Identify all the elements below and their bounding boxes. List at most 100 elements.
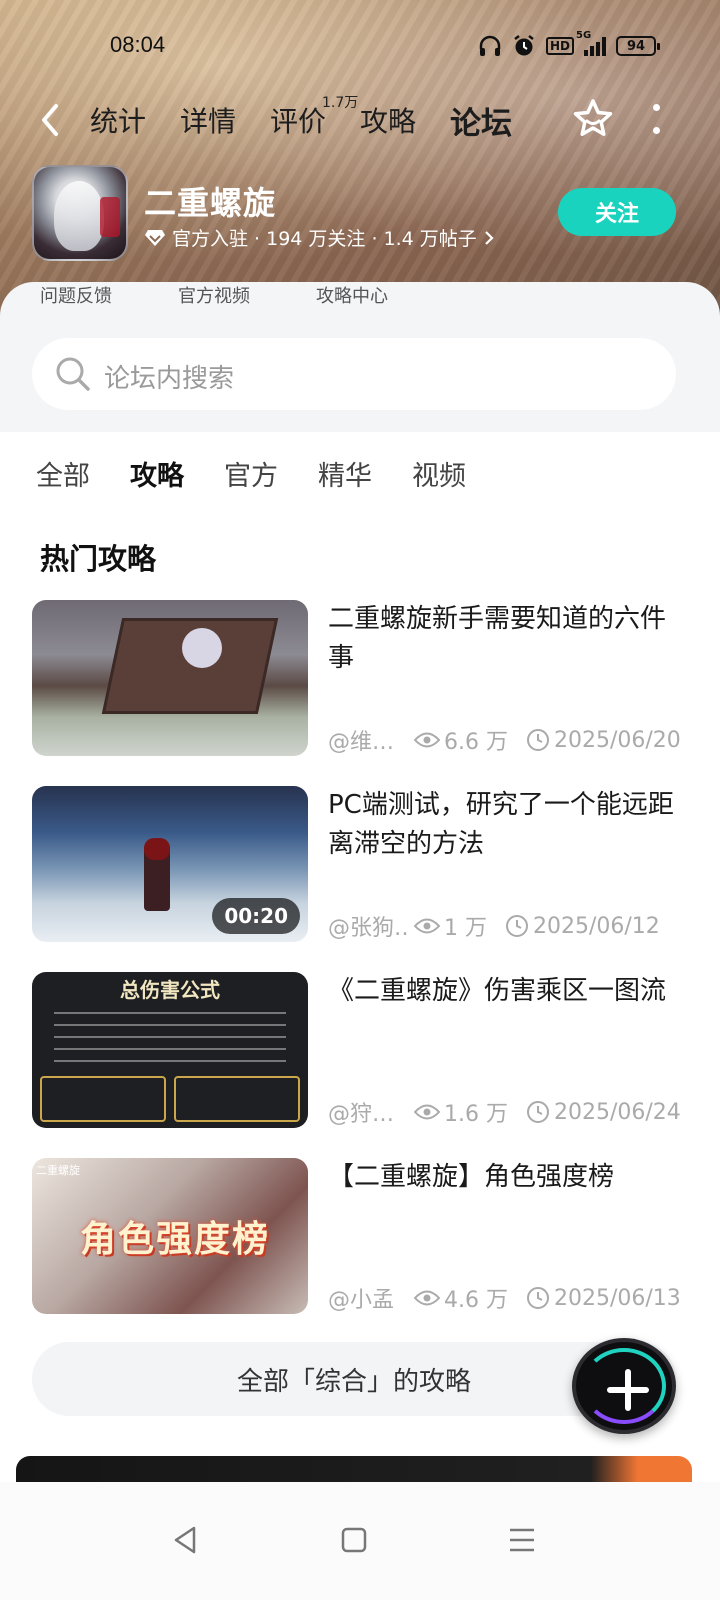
tab-details[interactable]: 详情 [180,100,236,140]
category-tabs: 全部 攻略 官方 精华 视频 [36,454,466,493]
follow-button[interactable]: 关注 [558,188,676,236]
post-author[interactable]: @张狗… [328,910,408,942]
post-date: 2025/06/24 [526,1100,681,1125]
section-title: 热门攻略 [40,542,157,576]
post-thumbnail[interactable]: 总伤害公式 [32,972,308,1128]
more-dot [652,127,660,134]
eye-icon [414,1290,440,1306]
post-date: 2025/06/13 [526,1286,681,1311]
post-item[interactable]: 二重螺旋新手需要知道的六件事 @维… 6.6 万 2025/06/20 [32,600,692,756]
post-item[interactable]: 总伤害公式 《二重螺旋》伤害乘区一图流 @狩… 1.6 万 2025/06/24 [32,972,692,1128]
post-title[interactable]: PC端测试，研究了一个能远距离滞空的方法 [328,786,678,864]
category-tab-featured[interactable]: 精华 [318,454,372,493]
chevron-right-icon [485,230,494,245]
create-post-button[interactable] [572,1338,676,1434]
tab-reviews[interactable]: 评价 [270,100,326,140]
alarm-icon [512,34,536,58]
post-item[interactable]: 00:20 PC端测试，研究了一个能远距离滞空的方法 @张狗… 1 万 2025… [32,786,692,942]
diamond-icon [145,229,165,246]
post-views-count: 1.6 万 [444,1102,508,1127]
post-date-text: 2025/06/20 [553,727,681,753]
back-button[interactable] [36,100,66,140]
post-views: 4.6 万 [414,1282,508,1314]
clock-icon [526,1287,549,1309]
battery-icon: 94 [616,36,660,56]
search-input[interactable]: 论坛内搜索 [32,338,676,410]
post-views: 1 万 [414,910,487,942]
headphones-icon [478,35,502,57]
clock-icon [526,729,549,751]
post-author[interactable]: @维… [328,724,408,756]
menu-lines-icon[interactable] [502,1520,542,1560]
thumbnail-text-lines [54,1012,286,1072]
post-views-count: 6.6 万 [444,730,508,755]
eye-icon [414,918,440,934]
post-item[interactable]: 二重螺旋 角色强度榜 【二重螺旋】角色强度榜 @小孟 4.6 万 2025/06… [32,1158,692,1314]
post-views: 6.6 万 [414,724,508,756]
post-meta: @张狗… 1 万 2025/06/12 [328,910,692,942]
status-time: 08:04 [110,32,166,57]
chevron-left-icon [42,104,58,136]
game-meta[interactable]: 官方入驻 · 194 万关注 · 1.4 万帖子 [144,224,495,251]
category-tab-all[interactable]: 全部 [36,454,90,493]
post-date: 2025/06/12 [505,914,660,939]
game-meta-text: 官方入驻 · 194 万关注 · 1.4 万帖子 [172,228,477,250]
search-placeholder: 论坛内搜索 [104,364,235,394]
post-title[interactable]: 《二重螺旋》伤害乘区一图流 [328,972,678,1011]
quick-link-official-video[interactable]: 官方视频 [178,282,316,308]
post-date-text: 2025/06/24 [553,1099,681,1125]
eye-icon [414,1104,440,1120]
tab-forum[interactable]: 论坛 [450,98,512,145]
category-tab-official[interactable]: 官方 [224,454,278,493]
plus-icon [607,1369,649,1411]
back-triangle-icon[interactable] [166,1520,206,1560]
status-icons: HD 5G 94 [478,30,660,58]
thumbnail-tag: 二重螺旋 [36,1164,80,1177]
more-options-button[interactable] [650,104,662,134]
network-label: 5G [576,30,592,41]
post-author[interactable]: @小孟 [328,1282,408,1314]
post-thumbnail[interactable]: 00:20 [32,786,308,942]
post-title[interactable]: 二重螺旋新手需要知道的六件事 [328,600,678,678]
system-nav-bar [0,1482,720,1600]
post-views-count: 4.6 万 [444,1288,508,1313]
post-date: 2025/06/20 [526,728,681,753]
post-thumbnail[interactable]: 二重螺旋 角色强度榜 [32,1158,308,1314]
signal-icon: 5G [576,30,606,56]
status-bar: 08:04 HD 5G 94 [0,28,720,68]
post-meta: @维… 6.6 万 2025/06/20 [328,724,692,756]
thumbnail-title: 总伤害公式 [120,978,220,1002]
review-count-badge: 1.7万 [322,95,359,111]
post-meta: @小孟 4.6 万 2025/06/13 [328,1282,692,1314]
clock-icon [506,915,528,937]
post-author[interactable]: @狩… [328,1096,408,1128]
category-tab-guides[interactable]: 攻略 [130,454,184,493]
game-icon[interactable] [32,165,128,261]
post-views: 1.6 万 [414,1096,508,1128]
search-icon [56,357,90,391]
eye-icon [414,732,440,748]
category-tab-video[interactable]: 视频 [412,454,466,493]
more-dots-icon [652,104,660,111]
home-square-icon[interactable] [334,1520,374,1560]
quick-link-guide-center[interactable]: 攻略中心 [316,282,454,308]
quick-link-feedback[interactable]: 问题反馈 [40,282,178,308]
post-date-text: 2025/06/13 [553,1285,681,1311]
post-meta: @狩… 1.6 万 2025/06/24 [328,1096,692,1128]
post-views-count: 1 万 [444,916,487,941]
favorite-button[interactable] [570,96,616,142]
post-title[interactable]: 【二重螺旋】角色强度榜 [328,1158,678,1197]
star-icon [573,99,613,137]
thumbnail-title: 角色强度榜 [80,1219,271,1260]
post-thumbnail[interactable] [32,600,308,756]
video-duration: 00:20 [212,898,300,934]
hd-badge: HD [545,37,574,55]
tab-guides[interactable]: 攻略 [360,100,416,140]
thumbnail-box [174,1076,300,1122]
tab-stats[interactable]: 统计 [90,100,146,140]
thumbnail-box [40,1076,166,1122]
post-date-text: 2025/06/12 [533,913,660,939]
quick-links: 问题反馈 官方视频 攻略中心 [40,282,454,308]
clock-icon [526,1101,549,1123]
top-nav: 统计 详情 评价 1.7万 攻略 论坛 [0,90,720,150]
